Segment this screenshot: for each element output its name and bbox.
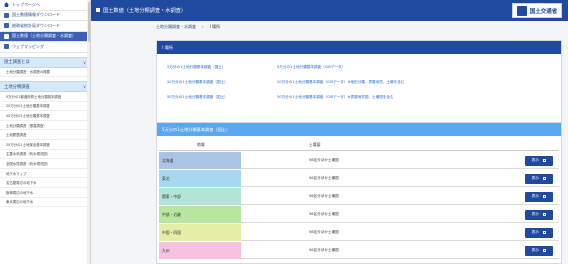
survey-table-card: 5万分の1土地分類基本調査（国土） 地域 土壌図 北海道 56区分ほか土壌図 表… — [156, 122, 562, 264]
sidebar-subitem[interactable]: 20万分の1土地保全基本調査 — [0, 140, 90, 150]
square-icon — [96, 8, 100, 12]
logo-text: 国土交通省 — [529, 8, 558, 15]
column-header-product: 土壌図 — [309, 141, 321, 147]
table-row: 中部・近畿 56区分ほか土壌図 表示 — [159, 206, 559, 223]
product-cell: 56区分ほか土壌図 — [309, 212, 339, 216]
show-button-label: 表示 — [531, 248, 539, 252]
sidebar-subitem[interactable]: 土地履歴調査 — [0, 130, 90, 141]
sidebar-subitem[interactable]: 全国水質調査（利水現況図） — [0, 159, 90, 169]
main-content: 国土数値（土地分類調査・水調査） 国土交通省 土地分類調査・水調査 › I 場所… — [91, 0, 568, 264]
table-row: 北海道 56区分ほか土壌図 表示 — [159, 152, 559, 169]
breadcrumb: 土地分類調査・水調査 › I 場所 — [156, 24, 220, 30]
external-link-icon — [542, 194, 547, 199]
sidebar-item-label: トップページへ — [12, 1, 40, 7]
sidebar-subitem[interactable]: 東京周辺の地下水 — [0, 198, 90, 208]
sidebar-item-web-mapping[interactable]: ウェブマッピング — [0, 42, 90, 53]
sidebar-subitem[interactable]: 20万分の1土地分類基本調査 — [0, 102, 90, 112]
sidebar-subitem[interactable]: 地下水マップ — [0, 169, 90, 179]
sidebar-subitem[interactable]: 50万分の1土地分類基本調査 — [0, 111, 90, 121]
breadcrumb-separator: › — [202, 24, 204, 29]
show-button[interactable]: 表示 — [525, 155, 553, 166]
region-cell: 九州 — [159, 242, 241, 259]
index-link[interactable]: 50万分の1土地分類基本調査（GISデータ）※表層地質図、土壌図を含む — [277, 95, 394, 107]
sidebar-subitem[interactable]: 主要水系調査（利水現況図） — [0, 150, 90, 160]
show-button-label: 表示 — [531, 212, 539, 216]
sidebar-subitem[interactable]: 土地分類調査（垂直調査） — [0, 121, 90, 131]
show-button-label: 表示 — [531, 158, 539, 162]
show-button[interactable]: 表示 — [525, 227, 553, 238]
index-card: I 場所 5万分の1土地分類基本調査（国土） 5万分の1土地分類基本調査（GIS… — [156, 40, 562, 126]
sidebar-section-label: 土地分類調査 — [4, 84, 30, 90]
external-link-icon — [542, 176, 547, 181]
region-cell: 関東・中部 — [159, 188, 241, 205]
map-icon — [4, 44, 9, 50]
column-header-region: 地域 — [197, 141, 205, 147]
chevron-down-icon: ∨ — [83, 59, 86, 65]
index-link[interactable]: 20万分の1土地分類基本調査（国土） — [167, 80, 228, 92]
ministry-seal-icon — [516, 5, 527, 16]
index-link[interactable]: 20万分の1土地分類基本調査（GISデータ）※地形分類、表層地質、土壌を含む — [277, 80, 404, 92]
chevron-down-icon: ∨ — [83, 84, 86, 90]
table-row: 中国・四国 56区分ほか土壌図 表示 — [159, 224, 559, 241]
sidebar: トップページへ 国土数値情報ダウンロード 総務省統計局ダウンロード 国土数値（土… — [0, 0, 91, 264]
sidebar-item-kokudo-download[interactable]: 国土数値情報ダウンロード — [0, 11, 90, 21]
region-cell: 中部・近畿 — [159, 206, 241, 223]
breadcrumb-current: I 場所 — [209, 24, 221, 29]
sidebar-item-label: ウェブマッピング — [12, 43, 44, 49]
region-cell: 東北 — [159, 170, 241, 187]
sidebar-subitem[interactable]: 5万分の1都道府県土地分類基本調査 — [0, 92, 90, 102]
external-link-icon — [542, 230, 547, 235]
show-button-label: 表示 — [531, 176, 539, 180]
folder-icon — [4, 12, 9, 18]
survey-table: 地域 土壌図 北海道 56区分ほか土壌図 表示 東北 56区分ほか土壌図 表示 … — [159, 139, 559, 263]
table-row: 東北 56区分ほか土壌図 表示 — [159, 170, 559, 187]
show-button-label: 表示 — [531, 194, 539, 198]
folder-icon — [4, 33, 9, 39]
sidebar-item-label: 国土数値情報ダウンロード — [12, 12, 60, 18]
sidebar-section-land-survey[interactable]: 土地分類調査 ∨ — [0, 81, 90, 93]
show-button[interactable]: 表示 — [525, 191, 553, 202]
home-icon — [4, 2, 9, 8]
product-cell: 56区分ほか土壌図 — [309, 230, 339, 234]
sidebar-section-about[interactable]: 国土調査とは ∨ — [0, 56, 90, 68]
external-link-icon — [542, 158, 547, 163]
sidebar-section-label: 国土調査とは — [4, 60, 30, 65]
index-link[interactable]: 5万分の1土地分類基本調査（国土） — [167, 65, 225, 77]
show-button-label: 表示 — [531, 230, 539, 234]
table-header: 地域 土壌図 — [159, 139, 559, 151]
sidebar-item-label: 総務省統計局ダウンロード — [12, 22, 60, 28]
region-cell: 中国・四国 — [159, 224, 241, 241]
folder-icon — [4, 23, 9, 29]
table-row: 九州 56区分ほか土壌図 表示 — [159, 242, 559, 259]
index-link[interactable]: 5万分の1土地分類基本調査（GISデータ） — [277, 65, 345, 77]
sidebar-subitem[interactable]: 土地分類調査・水調査の概要 — [0, 68, 90, 78]
sidebar-subitem[interactable]: 名古屋周辺の地下水 — [0, 178, 90, 189]
app-window: トップページへ 国土数値情報ダウンロード 総務省統計局ダウンロード 国土数値（土… — [0, 0, 568, 264]
product-cell: 56区分ほか土壌図 — [309, 248, 339, 252]
index-link[interactable]: 50万分の1土地分類基本調査（国土） — [167, 95, 228, 107]
table-card-title: 5万分の1土地分類基本調査（国土） — [157, 123, 561, 136]
product-cell: 56区分ほか土壌図 — [309, 176, 339, 180]
sidebar-item-label: 国土数値（土地分類調査・水調査） — [12, 33, 76, 39]
sidebar-item-stats-download[interactable]: 総務省統計局ダウンロード — [0, 21, 90, 32]
breadcrumb-parent[interactable]: 土地分類調査・水調査 — [156, 24, 196, 30]
external-link-icon — [542, 212, 547, 217]
external-link-icon — [542, 248, 547, 253]
show-button[interactable]: 表示 — [525, 173, 553, 184]
page-title: 国土数値（土地分類調査・水調査） — [96, 7, 186, 14]
table-row: 関東・中部 56区分ほか土壌図 表示 — [159, 188, 559, 205]
page-title-text: 国土数値（土地分類調査・水調査） — [103, 8, 187, 14]
index-card-title: I 場所 — [157, 41, 561, 54]
show-button[interactable]: 表示 — [525, 245, 553, 256]
header-bar: 国土数値（土地分類調査・水調査） 国土交通省 — [91, 0, 568, 21]
product-cell: 56区分ほか土壌図 — [309, 194, 339, 198]
sidebar-subitem[interactable]: 阪神周辺の地下水 — [0, 188, 90, 198]
ministry-logo[interactable]: 国土交通省 — [512, 3, 562, 18]
sidebar-item-land-water-survey[interactable]: 国土数値（土地分類調査・水調査） — [0, 31, 90, 42]
sidebar-item-home[interactable]: トップページへ — [0, 0, 90, 11]
product-cell: 56区分ほか土壌図 — [309, 158, 339, 162]
region-cell: 北海道 — [159, 152, 241, 169]
show-button[interactable]: 表示 — [525, 209, 553, 220]
